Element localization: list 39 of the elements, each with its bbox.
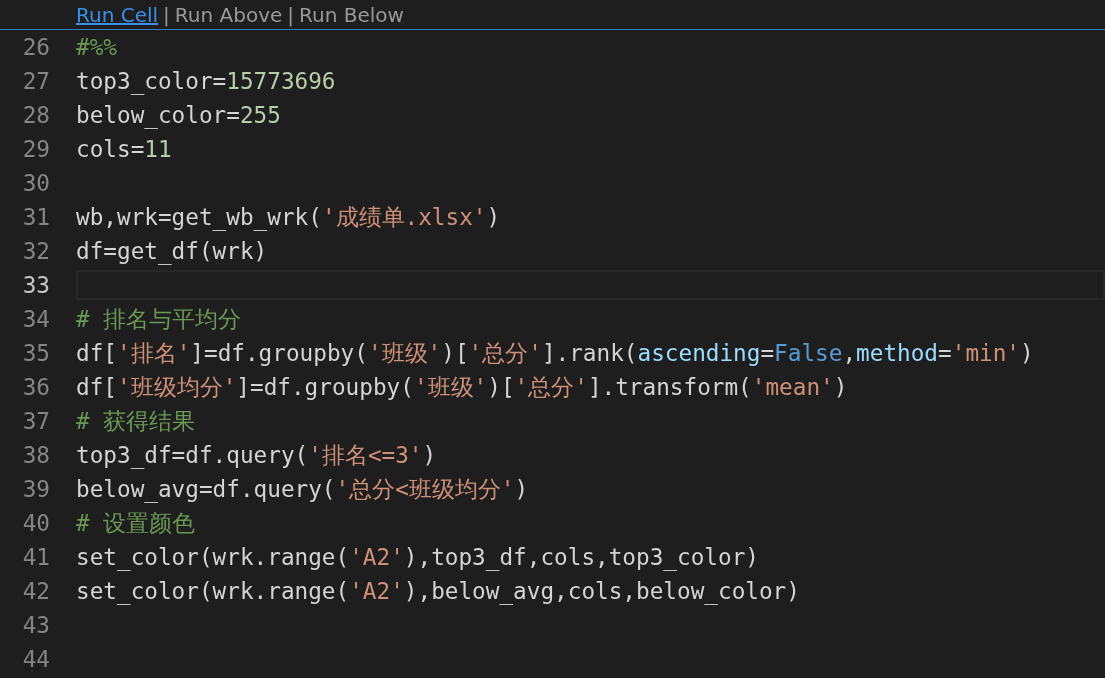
line-number: 39: [21, 476, 50, 502]
line-number: 36: [21, 374, 50, 400]
line-number: 44: [21, 646, 50, 672]
codelens-action[interactable]: Run Above: [174, 2, 283, 27]
codelens-action[interactable]: Run Below: [299, 2, 404, 27]
code-line: # 设置颜色: [76, 508, 196, 538]
line-number: 40: [21, 510, 50, 536]
code-line: cols=11: [76, 136, 172, 162]
line-number: 43: [21, 612, 50, 638]
line-number: 28: [21, 102, 50, 128]
code-line: below_color=255: [76, 102, 281, 128]
line-number: 31: [21, 204, 50, 230]
codelens-separator: |: [163, 2, 170, 27]
line-number: 34: [21, 306, 50, 332]
code-line: df=get_df(wrk): [76, 238, 268, 264]
line-number: 35: [21, 340, 50, 366]
line-number: 26: [21, 34, 50, 60]
code-line: top3_color=15773696: [76, 68, 336, 94]
line-number: 32: [21, 238, 50, 264]
code-line: wb,wrk=get_wb_wrk('成绩单.xlsx'): [76, 202, 501, 233]
code-line: below_avg=df.query('总分<班级均分'): [76, 474, 529, 505]
code-line: df['排名']=df.groupby('班级')['总分'].rank(ascending=False,method='min'): [76, 338, 1034, 368]
code-line: # 获得结果: [76, 406, 196, 436]
line-number: 30: [21, 170, 50, 196]
run-cell-link[interactable]: Run Cell: [76, 2, 159, 27]
line-number: 37: [21, 408, 50, 434]
code-line: top3_df=df.query('排名<=3'): [76, 440, 437, 471]
line-number: 27: [21, 68, 50, 94]
line-number: 38: [21, 442, 50, 468]
code-line: # 排名与平均分: [76, 304, 242, 334]
line-number: 41: [21, 544, 50, 570]
line-number: 42: [21, 578, 50, 604]
code-line: #%%: [76, 34, 117, 60]
code-line: set_color(wrk.range('A2'),below_avg,cols,below_color): [76, 578, 800, 604]
line-number: 29: [21, 136, 50, 162]
code-line: df['班级均分']=df.groupby('班级')['总分'].transform('mean'): [76, 372, 848, 402]
line-number: 33: [21, 272, 50, 298]
codelens-separator: |: [287, 2, 295, 27]
code-line: set_color(wrk.range('A2'),top3_df,cols,top3_color): [76, 544, 759, 570]
